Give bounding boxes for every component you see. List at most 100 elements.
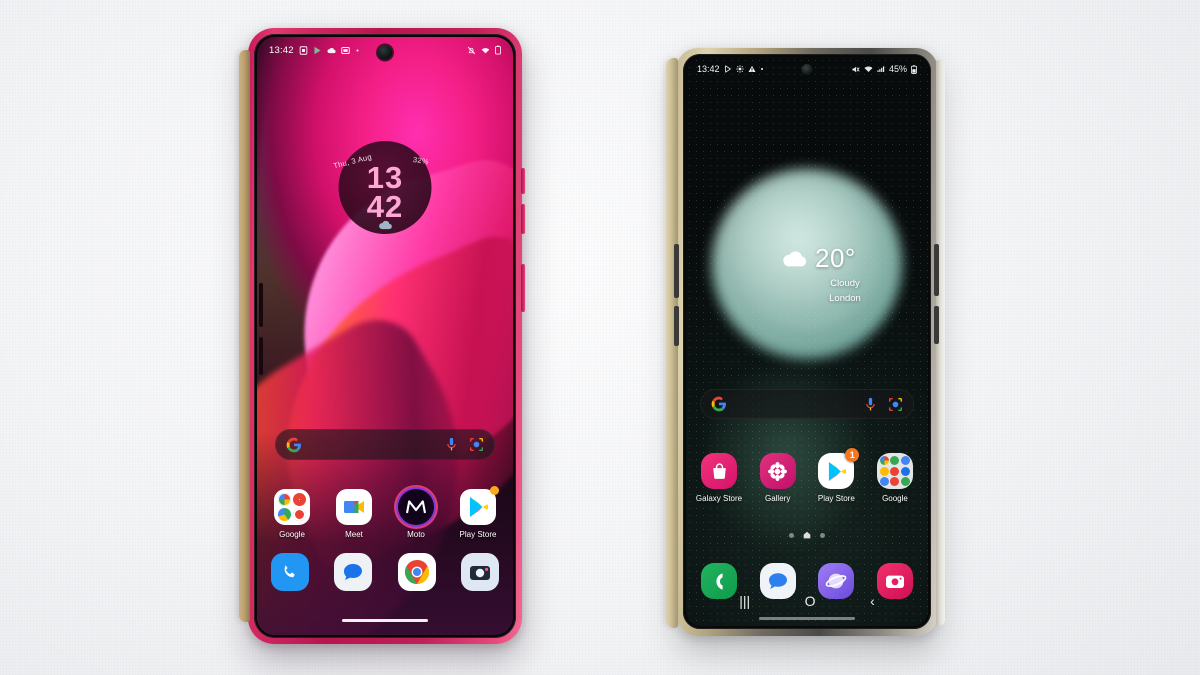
motorola-google-search-bar[interactable] (275, 429, 495, 460)
google-g-logo (711, 396, 726, 412)
wifi-icon (481, 47, 490, 53)
flip-navigation-bar: ||| O ‹ (686, 590, 928, 612)
motorola-dock (271, 553, 499, 591)
notification-badge: 1 (845, 448, 860, 462)
motorola-home-indicator[interactable] (342, 618, 428, 622)
home-icon[interactable] (803, 531, 811, 539)
flip-volume-button[interactable] (934, 306, 939, 344)
play-store-icon (314, 46, 321, 54)
flip-wallpaper (686, 57, 928, 626)
motorola-clock-battery: 32% (412, 154, 430, 167)
google-folder-icon[interactable] (876, 453, 913, 489)
play-icon (724, 65, 731, 73)
google-lens-icon[interactable] (888, 397, 903, 412)
play-store-icon[interactable] (460, 486, 499, 525)
sim-icon (299, 45, 308, 55)
app-moto[interactable]: Moto (393, 489, 439, 539)
app-play-store[interactable]: Play Store (455, 486, 501, 539)
app-label: Google (279, 530, 305, 539)
dot-icon (356, 49, 359, 51)
cloud-icon (783, 251, 807, 267)
app-meet[interactable]: Meet (331, 489, 377, 539)
warning-icon (748, 65, 755, 72)
app-update-badge (490, 486, 499, 495)
app-galaxy-store[interactable]: Galaxy Store (696, 453, 742, 503)
chrome-icon[interactable] (397, 553, 436, 591)
app-label: Meet (345, 530, 363, 539)
motorola-bezel: 13:42 Thu, 3 Aug 32% 13 42 Google Meet M… (254, 34, 516, 638)
motorola-volume-down-button[interactable] (521, 204, 525, 234)
galaxy-store-icon[interactable] (701, 453, 737, 489)
moto-icon[interactable] (398, 489, 434, 525)
app-label: Gallery (764, 494, 791, 503)
flip-weather-widget[interactable]: 20° Cloudy London (782, 243, 928, 304)
app-label: Play Store (817, 494, 855, 503)
battery-icon (911, 64, 917, 74)
microphone-icon[interactable] (864, 397, 877, 412)
home-button[interactable]: O (805, 594, 816, 608)
flip-weather-temperature: 20° (815, 243, 856, 273)
phone-icon[interactable] (271, 553, 309, 591)
motorola-wallpaper (257, 37, 513, 635)
motorola-volume-up-button[interactable] (521, 168, 525, 194)
app-google-folder[interactable]: Google (269, 489, 315, 539)
motorola-clock-minutes: 42 (366, 188, 404, 224)
dot-icon (760, 68, 763, 70)
app-play-store[interactable]: 1 Play Store (813, 448, 860, 503)
motorola-razr-phone[interactable]: 13:42 Thu, 3 Aug 32% 13 42 Google Meet M… (239, 28, 525, 644)
motorola-status-time: 13:42 (269, 44, 294, 56)
motorola-hinge-mark-bottom (259, 337, 263, 375)
app-google-folder[interactable]: Google (872, 453, 918, 503)
flip-hinge-mark-top (674, 244, 679, 298)
flip-weather-city: London (829, 293, 861, 304)
scene-wallpaper-background: 13:42 Thu, 3 Aug 32% 13 42 Google Meet M… (0, 0, 1200, 675)
motorola-clock-widget[interactable]: Thu, 3 Aug 32% 13 42 (332, 141, 432, 234)
play-store-icon[interactable]: 1 (818, 448, 860, 489)
cloud-icon (378, 220, 392, 230)
flip-power-button[interactable] (934, 244, 939, 296)
google-lens-icon[interactable] (469, 437, 484, 452)
signal-icon (877, 66, 885, 72)
flip-screen[interactable]: 13:42 45% 20° Cloudy London Galaxy Store… (686, 57, 928, 626)
flip-home-indicator[interactable] (759, 617, 855, 620)
cloud-icon (327, 47, 336, 53)
app-label: Moto (407, 530, 425, 539)
page-dot[interactable] (820, 532, 825, 538)
screenshot-icon (341, 46, 350, 54)
motorola-clock-meta: Thu, 3 Aug 32% (332, 150, 432, 184)
google-folder-icon[interactable] (274, 489, 310, 525)
app-label: Play Store (459, 530, 497, 539)
flip-google-search-bar[interactable] (700, 389, 914, 419)
flip-page-indicator[interactable] (789, 531, 825, 539)
back-button[interactable]: ‹ (870, 594, 875, 608)
microphone-icon[interactable] (445, 437, 458, 452)
motorola-screen[interactable]: 13:42 Thu, 3 Aug 32% 13 42 Google Meet M… (257, 37, 513, 635)
motorola-front-camera (377, 45, 393, 60)
flip-app-row: Galaxy Store Gallery 1 Play Store Google (696, 448, 918, 503)
flip-status-time: 13:42 (697, 64, 720, 74)
settings-gear-icon (735, 65, 744, 73)
camera-icon[interactable] (460, 553, 499, 591)
google-g-logo (286, 437, 301, 452)
app-label: Google (882, 494, 908, 503)
flip-battery-percent: 45% (888, 64, 907, 74)
recents-button[interactable]: ||| (739, 594, 750, 608)
flip-weather-condition: Cloudy (830, 278, 860, 289)
motorola-app-row: Google Meet Moto Play Store (269, 486, 501, 539)
motorola-hinge-mark-top (259, 283, 263, 327)
messages-icon[interactable] (334, 553, 373, 591)
wifi-icon (864, 66, 873, 72)
motorola-power-button[interactable] (521, 264, 525, 312)
motorola-left-body-edge (239, 50, 250, 622)
battery-icon (495, 45, 501, 55)
flip-bezel: 13:42 45% 20° Cloudy London Galaxy Store… (683, 54, 931, 629)
mute-icon (852, 66, 860, 72)
flip-front-camera (801, 64, 813, 75)
app-gallery[interactable]: Gallery (755, 453, 801, 503)
gallery-icon[interactable] (759, 453, 796, 489)
app-label: Galaxy Store (695, 494, 743, 503)
page-dot[interactable] (789, 532, 794, 538)
flip-hinge-mark-bottom (674, 306, 679, 346)
google-meet-icon[interactable] (336, 489, 372, 525)
samsung-galaxy-z-flip-phone[interactable]: 13:42 45% 20° Cloudy London Galaxy Store… (666, 48, 945, 636)
